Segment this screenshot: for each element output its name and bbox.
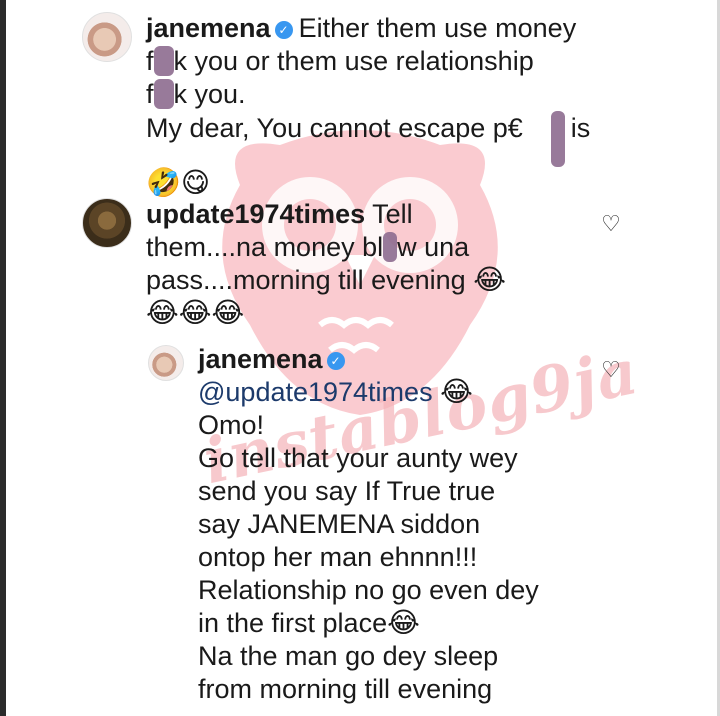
frame-edge-left	[0, 0, 6, 716]
rofl-emoji-icon: 🤣	[146, 166, 181, 199]
comment-line: Tell	[372, 199, 413, 229]
comment-3-reply: janemena ✓ @update1974times 😂 Omo! Go tel…	[198, 343, 598, 706]
comment-line: w una	[397, 232, 470, 262]
username[interactable]: janemena	[198, 344, 323, 374]
heart-outline-icon[interactable]: ♡	[600, 214, 622, 236]
comment-text: f	[146, 46, 154, 76]
heart-outline-icon[interactable]: ♡	[600, 360, 622, 382]
comment-2: update1974times Tell them....na money bl…	[146, 198, 586, 330]
yum-emoji-icon: 😋	[180, 166, 211, 199]
avatar[interactable]	[148, 345, 184, 381]
comment-line: k you or them use relationship	[173, 46, 534, 76]
comment-line: is	[570, 113, 591, 143]
joy-emoji-icon: 😂	[440, 375, 473, 408]
censor-block	[153, 79, 174, 109]
comment-1: janemena ✓ Either them use money f k you or…	[146, 12, 706, 200]
comment-line: say JANEMENA siddon	[198, 509, 481, 539]
username[interactable]: update1974times	[146, 199, 365, 229]
comment-line: from morning till evening	[198, 674, 493, 704]
comment-line: pass....morning till evening	[146, 265, 466, 295]
censor-block	[383, 232, 398, 262]
censor-block	[550, 111, 565, 167]
avatar[interactable]	[82, 198, 132, 248]
comment-line: k you.	[173, 79, 246, 109]
joy-emoji-icon: 😂	[387, 606, 420, 639]
mention-link[interactable]: @update1974times	[198, 377, 433, 407]
verified-badge-icon: ✓	[274, 21, 293, 39]
username[interactable]: janemena	[146, 13, 271, 43]
comment-text: f	[146, 79, 154, 109]
comment-line: Na the man go dey sleep	[198, 641, 499, 671]
comment-line: Relationship no go even dey	[198, 575, 539, 605]
censor-block	[153, 46, 174, 76]
comment-line: them....na money bl	[146, 232, 384, 262]
comment-line: My dear, You cannot escape p€	[146, 113, 523, 143]
joy-emoji-icon: 😂	[178, 296, 212, 329]
joy-emoji-icon: 😂	[211, 296, 245, 329]
avatar[interactable]	[82, 12, 132, 62]
comment-line: send you say If True true	[198, 476, 496, 506]
joy-emoji-icon: 😂	[473, 263, 506, 296]
comment-line: ontop her man ehnnn!!!	[198, 542, 478, 572]
comment-line: Either them use money	[298, 13, 577, 43]
comment-line: Go tell that your aunty wey	[198, 443, 518, 473]
comment-line: in the first place	[198, 608, 388, 638]
verified-badge-icon: ✓	[326, 352, 345, 370]
comment-line: Omo!	[198, 410, 265, 440]
joy-emoji-icon: 😂	[146, 296, 179, 329]
